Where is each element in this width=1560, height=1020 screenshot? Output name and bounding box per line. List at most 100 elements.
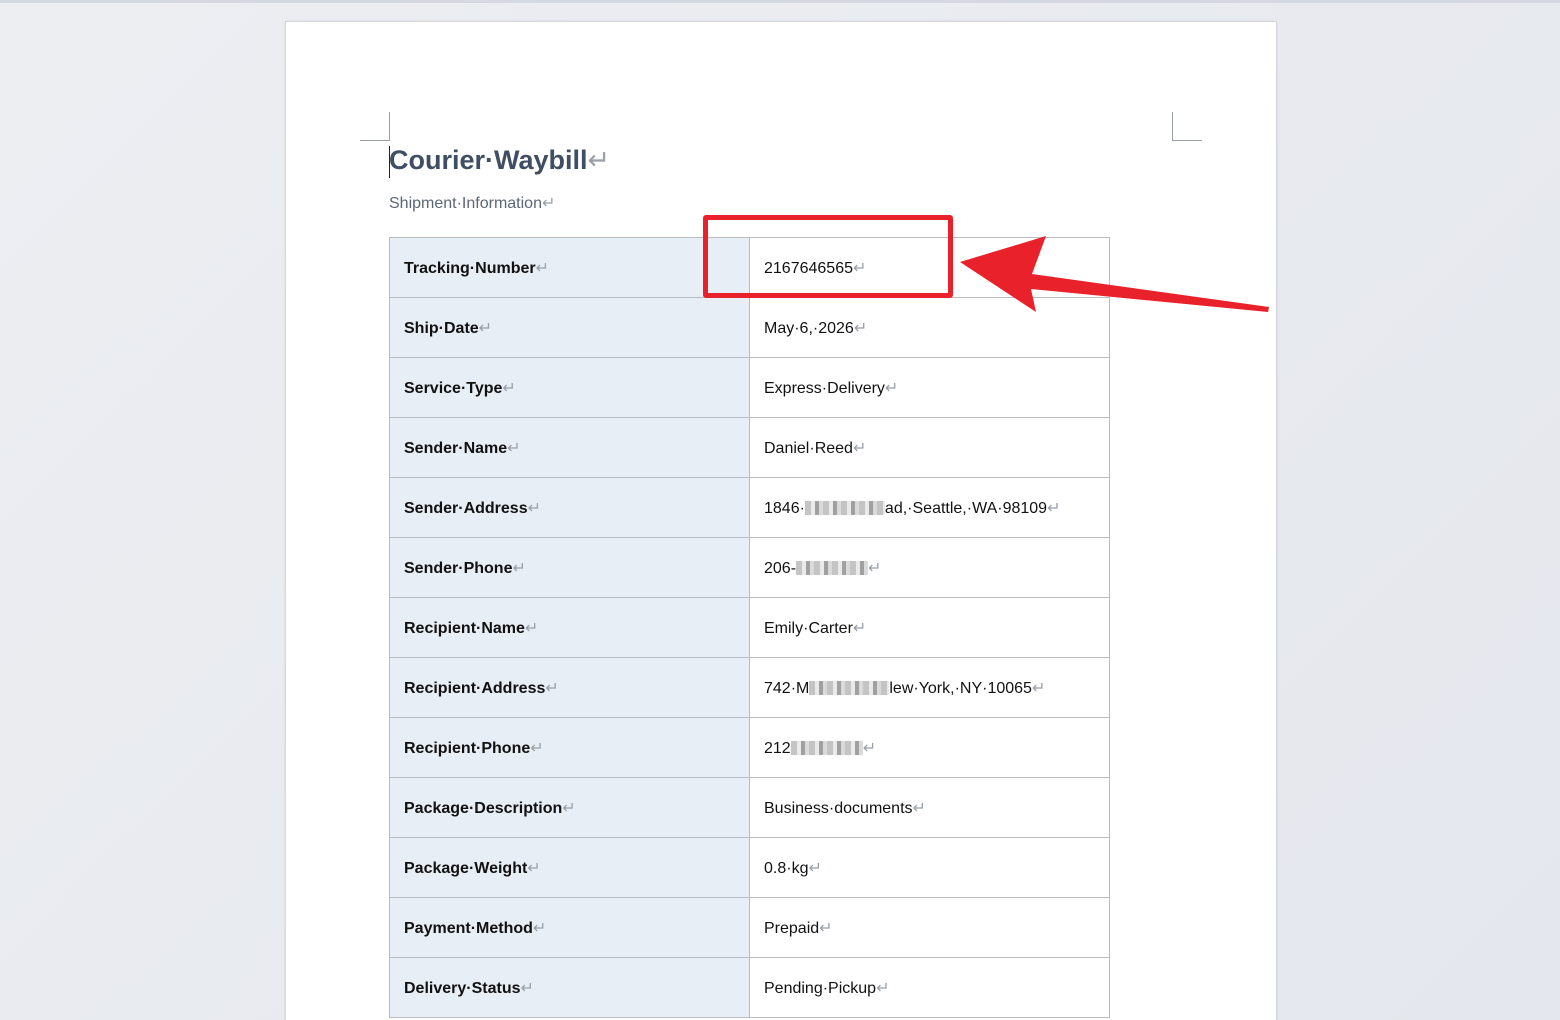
field-label-cell[interactable]: Recipient·Address↵ [389, 657, 750, 718]
document-page[interactable]: Courier·Waybill↵ Shipment·Information↵ T… [285, 21, 1277, 1020]
field-value-cell[interactable]: Pending·Pickup↵ [749, 957, 1110, 1018]
annotation-arrow-icon [960, 236, 1269, 312]
document-title[interactable]: Courier·Waybill↵ [389, 145, 610, 176]
paragraph-mark: ↵ [587, 145, 611, 175]
table-row: Package·Description↵ Business·documents↵ [389, 777, 1110, 838]
table-row: Recipient·Address↵ 742·M lew·York,·NY·1006… [389, 657, 1110, 718]
field-label: Sender·Phone [404, 559, 513, 577]
redacted-text [790, 740, 863, 755]
field-label: Recipient·Address [404, 679, 546, 697]
field-label-cell[interactable]: Sender·Address↵ [389, 477, 750, 538]
field-value: Business·documents [764, 799, 913, 817]
redacted-text [809, 680, 890, 695]
table-row: Sender·Address↵ 1846· ad,·Seattle,·WA·9810… [389, 477, 1110, 538]
field-label-cell[interactable]: Package·Weight↵ [389, 837, 750, 898]
field-label-cell[interactable]: Sender·Phone↵ [389, 537, 750, 598]
field-value: 0.8·kg [764, 859, 809, 877]
document-viewer: Courier·Waybill↵ Shipment·Information↵ T… [0, 0, 1560, 1020]
field-value: Pending·Pickup [764, 979, 877, 997]
highlight-box [703, 215, 953, 298]
paragraph-mark: ↵ [862, 739, 877, 757]
field-value-cell[interactable]: Prepaid↵ [749, 897, 1110, 958]
field-label: Tracking·Number [404, 259, 536, 277]
table-row: Service·Type↵ Express·Delivery↵ [389, 357, 1110, 418]
field-value-cell[interactable]: Daniel·Reed↵ [749, 417, 1110, 478]
table-row: Package·Weight↵ 0.8·kg↵ [389, 837, 1110, 898]
field-value-cell[interactable]: Emily·Carter↵ [749, 597, 1110, 658]
margin-mark-top-right [1172, 112, 1202, 141]
paragraph-mark: ↵ [808, 859, 822, 877]
toolbar-edge [0, 0, 1560, 3]
paragraph-mark: ↵ [1047, 499, 1061, 517]
paragraph-mark: ↵ [530, 739, 544, 757]
redacted-text [796, 560, 869, 575]
field-label-cell[interactable]: Recipient·Name↵ [389, 597, 750, 658]
paragraph-mark: ↵ [852, 439, 867, 457]
field-label: Package·Description [404, 799, 563, 817]
arrow-shape [960, 236, 1269, 312]
field-label: Ship·Date [404, 319, 479, 337]
paragraph-mark: ↵ [512, 559, 526, 577]
paragraph-mark: ↵ [527, 859, 541, 877]
paragraph-mark: ↵ [507, 439, 521, 457]
paragraph-mark: ↵ [884, 379, 899, 397]
field-value-prefix: 206- [764, 559, 797, 577]
field-value: Daniel·Reed [764, 439, 853, 457]
field-value-prefix: 742·M [764, 679, 810, 697]
paragraph-mark: ↵ [545, 679, 559, 697]
paragraph-mark: ↵ [535, 259, 549, 277]
paragraph-mark: ↵ [868, 559, 882, 577]
field-label-cell[interactable]: Payment·Method↵ [389, 897, 750, 958]
field-value-cell[interactable]: 212 ↵ [749, 717, 1110, 778]
field-value-prefix: 212 [764, 739, 791, 757]
paragraph-mark: ↵ [852, 619, 867, 637]
text-cursor [389, 146, 390, 178]
paragraph-mark: ↵ [520, 979, 534, 997]
field-label: Service·Type [404, 379, 503, 397]
redacted-text [804, 500, 885, 515]
field-label: Recipient·Phone [404, 739, 531, 757]
field-label: Sender·Name [404, 439, 508, 457]
paragraph-mark: ↵ [527, 499, 541, 517]
field-value-prefix: 1846· [764, 499, 805, 517]
table-row: Payment·Method↵ Prepaid↵ [389, 897, 1110, 958]
field-label-cell[interactable]: Ship·Date↵ [389, 297, 750, 358]
field-value: May·6,·2026 [764, 319, 854, 337]
waybill-table: Tracking·Number↵ 2167646565↵ Ship·Date↵ May… [389, 237, 1110, 1018]
table-row: Sender·Name↵ Daniel·Reed↵ [389, 417, 1110, 478]
field-label: Sender·Address [404, 499, 528, 517]
paragraph-mark: ↵ [562, 799, 576, 817]
table-row: Sender·Phone↵ 206- ↵ [389, 537, 1110, 598]
paragraph-mark: ↵ [532, 919, 547, 937]
field-value-cell[interactable]: Express·Delivery↵ [749, 357, 1110, 418]
margin-mark-top-left [360, 112, 390, 141]
field-label: Recipient·Name [404, 619, 525, 637]
field-value-suffix: lew·York,·NY·10065 [889, 679, 1032, 697]
field-label-cell[interactable]: Tracking·Number↵ [389, 237, 750, 298]
field-label-cell[interactable]: Sender·Name↵ [389, 417, 750, 478]
field-value-cell[interactable]: 0.8·kg↵ [749, 837, 1110, 898]
paragraph-mark: ↵ [478, 319, 493, 337]
field-label-cell[interactable]: Package·Description↵ [389, 777, 750, 838]
field-label-cell[interactable]: Delivery·Status↵ [389, 957, 750, 1018]
field-value: Emily·Carter [764, 619, 853, 637]
field-value-cell[interactable]: 742·M lew·York,·NY·10065↵ [749, 657, 1110, 718]
field-label-cell[interactable]: Recipient·Phone↵ [389, 717, 750, 778]
paragraph-mark: ↵ [1031, 679, 1046, 697]
field-value: Prepaid [764, 919, 820, 937]
field-label-cell[interactable]: Service·Type↵ [389, 357, 750, 418]
field-value-cell[interactable]: 1846· ad,·Seattle,·WA·98109↵ [749, 477, 1110, 538]
paragraph-mark: ↵ [853, 319, 868, 337]
field-value-cell[interactable]: Business·documents↵ [749, 777, 1110, 838]
paragraph-mark: ↵ [876, 979, 890, 997]
field-label: Payment·Method [404, 919, 533, 937]
paragraph-mark: ↵ [819, 919, 833, 937]
field-label: Package·Weight [404, 859, 528, 877]
table-row: Recipient·Phone↵ 212 ↵ [389, 717, 1110, 778]
field-label: Delivery·Status [404, 979, 521, 997]
document-subtitle[interactable]: Shipment·Information↵ [389, 193, 555, 213]
paragraph-mark: ↵ [912, 799, 926, 817]
table-row: Recipient·Name↵ Emily·Carter↵ [389, 597, 1110, 658]
field-value: Express·Delivery [764, 379, 885, 397]
field-value-cell[interactable]: 206- ↵ [749, 537, 1110, 598]
